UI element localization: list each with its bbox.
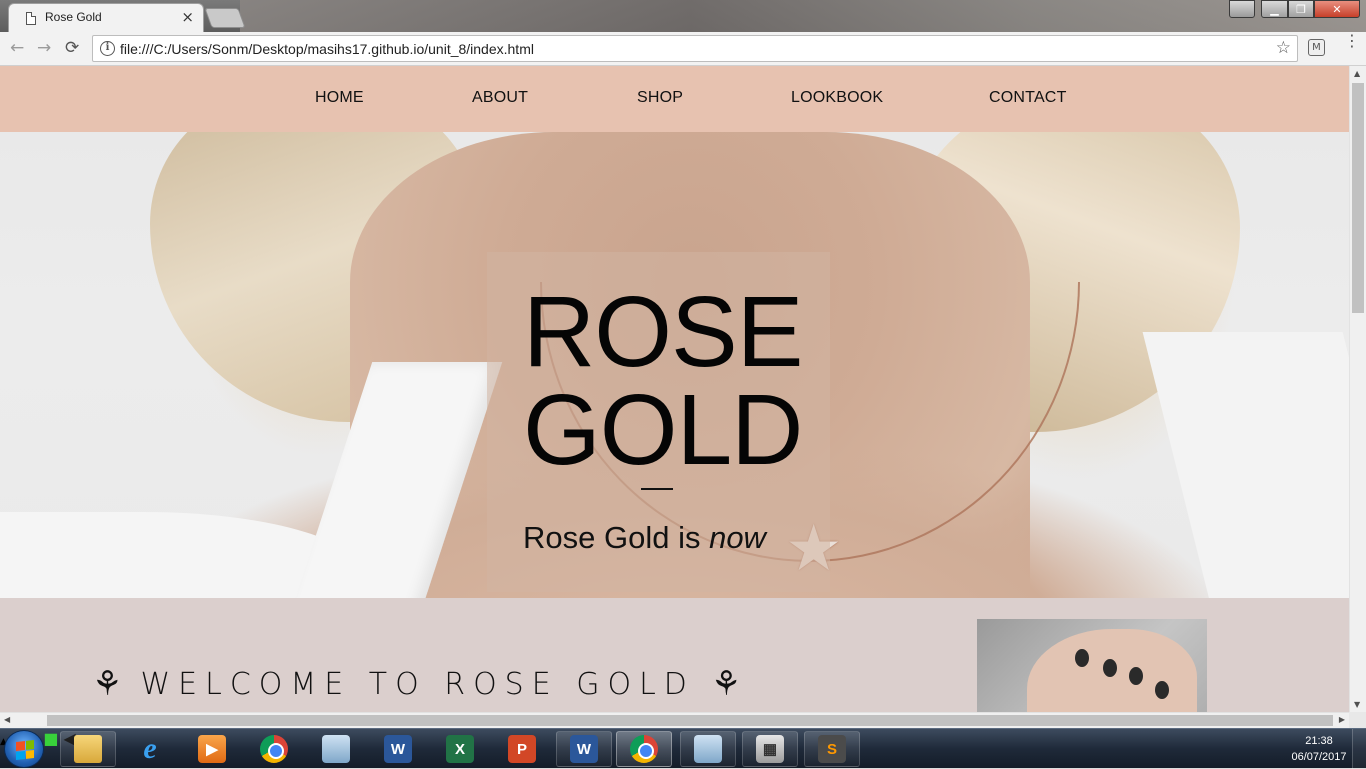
taskbar-word-open[interactable]: W [556,731,612,767]
windows-logo-icon [16,740,34,760]
back-arrow-icon[interactable]: ← [10,38,24,58]
taskbar-chrome[interactable] [246,731,302,767]
taskbar-file-explorer[interactable] [60,731,116,767]
hero-title-line1: ROSE [523,276,803,388]
close-window-button[interactable]: ✕ [1314,0,1360,18]
nav-link-shop[interactable]: SHOP [637,89,683,107]
photo-viewer-icon [322,735,350,763]
bookmark-star-icon[interactable]: ☆ [1276,38,1291,58]
calculator-icon: ▦ [756,735,784,763]
maximize-button[interactable]: ❐ [1288,0,1314,18]
folder-icon [74,735,102,763]
minimize-button[interactable]: ▁ [1261,0,1288,18]
tab-title: Rose Gold [45,10,102,24]
nav-link-home[interactable]: HOME [315,89,364,107]
media-player-icon: ▶ [198,735,226,763]
sublime-text-icon: S [818,735,846,763]
nav-link-about[interactable]: ABOUT [472,89,528,107]
extension-icon[interactable]: M [1308,39,1325,56]
photo-nail [1075,649,1089,667]
scroll-right-arrow-icon[interactable]: ▶ [1339,715,1345,724]
browser-tab-active[interactable]: Rose Gold × [8,3,204,32]
page-viewport: HOME ABOUT SHOP LOOKBOOK CONTACT ★ ROSE … [0,66,1349,712]
tabstrip-background [240,0,1366,32]
scroll-up-arrow-icon[interactable]: ▲ [1354,69,1360,78]
taskbar-sublime-text[interactable]: S [804,731,860,767]
taskbar-excel[interactable]: X [432,731,488,767]
tab-close-icon[interactable]: × [181,8,194,26]
show-desktop-button[interactable] [1352,729,1366,769]
user-profile-icon[interactable] [1229,0,1255,18]
window-controls: ▁ ❐ ✕ [1229,0,1360,20]
clock-time: 21:38 [1305,735,1333,747]
scroll-left-arrow-icon[interactable]: ◀ [4,715,10,724]
hero-banner: ★ ROSE GOLD Rose Gold is now [0,132,1349,598]
vertical-scroll-thumb[interactable] [1352,83,1364,313]
forward-arrow-icon[interactable]: → [37,38,51,58]
photo-nail [1129,667,1143,685]
rose-icon-right: ⚘ [710,664,742,704]
taskbar-media-player[interactable]: ▶ [184,731,240,767]
hand-ring-photo [977,619,1207,712]
taskbar-internet-explorer[interactable]: e [122,731,178,767]
taskbar-powerpoint[interactable]: P [494,731,550,767]
browser-tabstrip: Rose Gold × ▁ ❐ ✕ [0,0,1366,32]
welcome-heading-text: WELCOME TO ROSE GOLD [140,666,695,702]
address-bar[interactable]: i file:///C:/Users/Sonm/Desktop/masihs17… [92,35,1298,62]
hero-title-box: ROSE GOLD Rose Gold is now [487,252,830,592]
address-url[interactable]: file:///C:/Users/Sonm/Desktop/masihs17.g… [120,41,534,57]
taskbar-photos[interactable] [680,731,736,767]
horizontal-scroll-thumb[interactable] [47,715,1333,726]
taskbar-calculator[interactable]: ▦ [742,731,798,767]
photos-icon [694,735,722,763]
title-divider [641,488,673,490]
scrollbar-corner [1349,712,1366,728]
rose-icon-left: ⚘ [92,664,123,704]
chrome-icon [630,735,658,763]
taskbar-photo-viewer[interactable] [308,731,364,767]
system-clock[interactable]: 21:38 06/07/2017 [1291,733,1347,765]
sync-app-icon[interactable]: ■ [43,729,58,748]
hero-tagline: Rose Gold is now [523,520,766,556]
site-info-icon[interactable]: i [100,41,115,56]
page-icon [26,12,36,25]
nav-link-lookbook[interactable]: LOOKBOOK [791,89,883,107]
word-icon: W [384,735,412,763]
clock-date: 06/07/2017 [1291,751,1347,763]
browser-menu-icon[interactable]: ⋮ [1344,33,1360,49]
tagline-emphasis: now [709,520,766,555]
internet-explorer-icon: e [143,732,157,765]
word-icon: W [570,735,598,763]
taskbar-word[interactable]: W [370,731,426,767]
horizontal-scrollbar[interactable]: ◀ ▶ [0,712,1349,728]
welcome-section: ⚘ WELCOME TO ROSE GOLD ⚘ [0,598,1349,712]
browser-toolbar: ← → ⟳ i file:///C:/Users/Sonm/Desktop/ma… [0,32,1366,66]
taskbar-chrome-active[interactable] [616,731,672,767]
welcome-heading: ⚘ WELCOME TO ROSE GOLD ⚘ [92,664,741,704]
chrome-icon [260,735,288,763]
reload-icon[interactable]: ⟳ [65,38,79,58]
start-button[interactable] [4,730,44,768]
nav-link-contact[interactable]: CONTACT [989,89,1067,107]
photo-nail [1155,681,1169,699]
hero-title-line2: GOLD [523,374,803,486]
powerpoint-icon: P [508,735,536,763]
scroll-down-arrow-icon[interactable]: ▼ [1354,700,1360,709]
photo-nail [1103,659,1117,677]
vertical-scrollbar[interactable]: ▲ ▼ [1349,66,1366,712]
excel-icon: X [446,735,474,763]
tagline-prefix: Rose Gold is [523,520,710,555]
windows-taskbar: e ▶ W X P W ▦ S ▲ ▮ ▂ ■ ◀ 21:38 06/07/20… [0,728,1366,769]
new-tab-button[interactable] [204,8,246,28]
site-navigation: HOME ABOUT SHOP LOOKBOOK CONTACT [0,66,1349,132]
